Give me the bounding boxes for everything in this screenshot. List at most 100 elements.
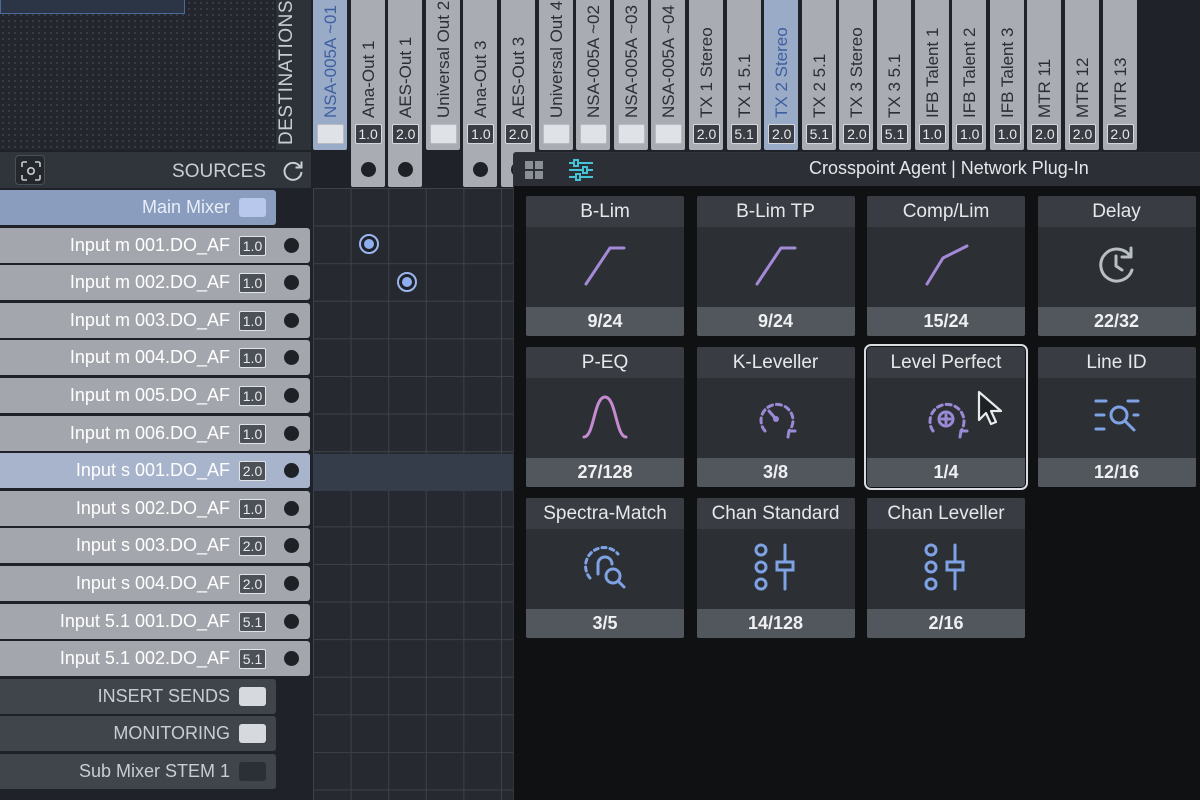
source-group-main-mixer[interactable]: Main Mixer xyxy=(0,190,276,225)
source-label: Input m 004.DO_AF xyxy=(69,347,230,368)
source-connector-dot[interactable] xyxy=(284,576,299,591)
source-format-badge: 1.0 xyxy=(239,348,266,369)
source-row[interactable]: Input m 004.DO_AF 1.0 xyxy=(0,340,310,376)
destination-name: Universal Out 4 xyxy=(546,0,566,118)
plugin-tile[interactable]: Chan Standard 14/128 xyxy=(696,498,855,638)
source-connector-dot[interactable] xyxy=(284,500,299,516)
source-connector-dot[interactable] xyxy=(284,613,299,629)
destination-column[interactable]: Universal Out 4 xyxy=(538,0,573,150)
source-group-label: Main Mixer xyxy=(141,197,230,217)
source-row[interactable]: Input s 001.DO_AF 2.0 xyxy=(0,453,310,489)
group-toggle-box[interactable] xyxy=(239,762,266,781)
plugin-tile[interactable]: Chan Leveller 2/16 xyxy=(867,498,1025,638)
destination-column[interactable]: IFB Talent 2 1.0 xyxy=(952,0,987,150)
refresh-icon[interactable] xyxy=(279,157,307,185)
source-row[interactable]: Input m 002.DO_AF 1.0 xyxy=(0,265,310,301)
focus-view-button[interactable] xyxy=(15,155,45,185)
source-connector-dot[interactable] xyxy=(284,312,299,328)
destination-name: Ana-Out 3 xyxy=(471,40,491,119)
grid-view-icon[interactable] xyxy=(522,158,546,182)
source-connector-dot[interactable] xyxy=(284,651,299,667)
source-group[interactable]: INSERT SENDS xyxy=(0,678,276,714)
plugin-tile[interactable]: Spectra-Match 3/5 xyxy=(526,498,684,638)
overview-viewport[interactable] xyxy=(0,0,185,14)
plugin-tile[interactable]: P-EQ 27/128 xyxy=(526,347,684,487)
destination-column[interactable]: MTR 13 2.0 xyxy=(1102,0,1137,150)
destination-name: MTR 11 xyxy=(1035,58,1055,118)
source-format-badge: 5.1 xyxy=(239,649,266,670)
destination-column[interactable]: MTR 11 2.0 xyxy=(1027,0,1062,150)
source-connector-dot[interactable] xyxy=(284,538,299,554)
destinations-label: DESTINATIONS xyxy=(276,0,297,145)
channel-fader-icon xyxy=(754,543,794,591)
source-connector-dot[interactable] xyxy=(284,388,299,403)
destination-name: TX 2 5.1 xyxy=(809,53,829,118)
source-row[interactable]: Input 5.1 001.DO_AF 5.1 xyxy=(0,603,310,639)
source-format-badge: 1.0 xyxy=(239,273,266,294)
destination-column[interactable]: NSA-005A ~01 xyxy=(313,0,347,150)
plugin-tile-name: K-Leveller xyxy=(732,352,819,373)
source-connector-dot[interactable] xyxy=(284,237,299,253)
plugin-tile[interactable]: Line ID 12/16 xyxy=(1037,347,1196,487)
source-connector-dot[interactable] xyxy=(284,350,299,366)
source-row[interactable]: Input m 006.DO_AF 1.0 xyxy=(0,415,310,451)
source-group-label: INSERT SENDS xyxy=(97,685,230,706)
source-connector-dot[interactable] xyxy=(284,275,299,291)
plugin-tile[interactable]: Delay 22/32 xyxy=(1037,196,1196,336)
plugin-tile-name: Spectra-Match xyxy=(543,503,667,524)
destination-column[interactable]: TX 2 Stereo 2.0 xyxy=(764,0,799,150)
sliders-icon[interactable] xyxy=(566,157,596,183)
plugin-tile[interactable]: B-Lim TP 9/24 xyxy=(696,196,855,336)
destination-column[interactable]: Ana-Out 3 1.0 xyxy=(463,0,498,187)
plugin-tile[interactable]: Comp/Lim 15/24 xyxy=(867,196,1025,336)
destination-column[interactable]: TX 1 Stereo 2.0 xyxy=(689,0,723,150)
source-row[interactable]: Input m 003.DO_AF 1.0 xyxy=(0,302,310,338)
destination-column[interactable]: Universal Out 2 xyxy=(425,0,460,150)
destination-column[interactable]: NSA-005A ~04 xyxy=(651,0,686,150)
destination-column[interactable]: NSA-005A ~03 xyxy=(613,0,648,150)
source-row[interactable]: Input s 004.DO_AF 2.0 xyxy=(0,566,310,601)
destination-name: AES-Out 1 xyxy=(396,36,416,118)
group-toggle-box[interactable] xyxy=(239,198,266,217)
source-row[interactable]: Input s 003.DO_AF 2.0 xyxy=(0,528,310,564)
source-connector-dot[interactable] xyxy=(284,463,299,479)
matrix-overview-map[interactable] xyxy=(0,0,275,150)
plugin-tile-name: B-Lim TP xyxy=(736,201,815,222)
source-group[interactable]: Sub Mixer STEM 1 xyxy=(0,754,276,789)
destination-format-badge xyxy=(580,124,608,144)
channel-fader-icon xyxy=(924,543,965,591)
source-row[interactable]: Input 5.1 002.DO_AF 5.1 xyxy=(0,641,310,677)
destination-column[interactable]: IFB Talent 3 1.0 xyxy=(989,0,1024,150)
group-toggle-box[interactable] xyxy=(239,686,266,706)
destination-column[interactable]: MTR 12 2.0 xyxy=(1065,0,1099,150)
destination-name: Ana-Out 1 xyxy=(358,40,378,119)
destination-column[interactable]: TX 3 Stereo 2.0 xyxy=(839,0,874,150)
destination-connector-dot[interactable] xyxy=(398,162,414,177)
plugin-tile-count: 9/24 xyxy=(757,311,794,331)
destination-column[interactable]: AES-Out 1 2.0 xyxy=(388,0,423,187)
plugin-tile[interactable]: K-Leveller 3/8 xyxy=(696,347,855,487)
plugin-tile-name: Chan Standard xyxy=(711,503,840,524)
crosspoint-connection[interactable] xyxy=(397,272,417,292)
destination-column[interactable]: NSA-005A ~02 xyxy=(576,0,611,150)
destination-connector-dot[interactable] xyxy=(360,162,376,177)
destination-column[interactable]: TX 2 5.1 5.1 xyxy=(801,0,836,150)
source-format-badge: 1.0 xyxy=(239,235,266,256)
destination-connector-dot[interactable] xyxy=(473,162,489,177)
source-row[interactable]: Input m 005.DO_AF 1.0 xyxy=(0,378,310,413)
source-row[interactable]: Input s 002.DO_AF 1.0 xyxy=(0,490,310,526)
source-connector-dot[interactable] xyxy=(284,425,299,441)
plugin-tile-name: Comp/Lim xyxy=(902,201,990,222)
plugin-tile-count: 2/16 xyxy=(928,613,964,633)
plugin-tile[interactable]: B-Lim 9/24 xyxy=(526,196,684,336)
destination-format-badge: 2.0 xyxy=(392,124,420,144)
source-row[interactable]: Input m 001.DO_AF 1.0 xyxy=(0,227,310,263)
destination-column[interactable]: IFB Talent 1 1.0 xyxy=(914,0,949,150)
destination-column[interactable]: TX 3 5.1 5.1 xyxy=(877,0,911,150)
plugin-tile-count: 3/5 xyxy=(592,613,618,633)
destination-column[interactable]: Ana-Out 1 1.0 xyxy=(350,0,385,187)
destination-column[interactable]: TX 1 5.1 5.1 xyxy=(726,0,761,150)
group-toggle-box[interactable] xyxy=(239,724,266,744)
source-label: Input s 004.DO_AF xyxy=(75,573,230,593)
source-group[interactable]: MONITORING xyxy=(0,716,276,752)
